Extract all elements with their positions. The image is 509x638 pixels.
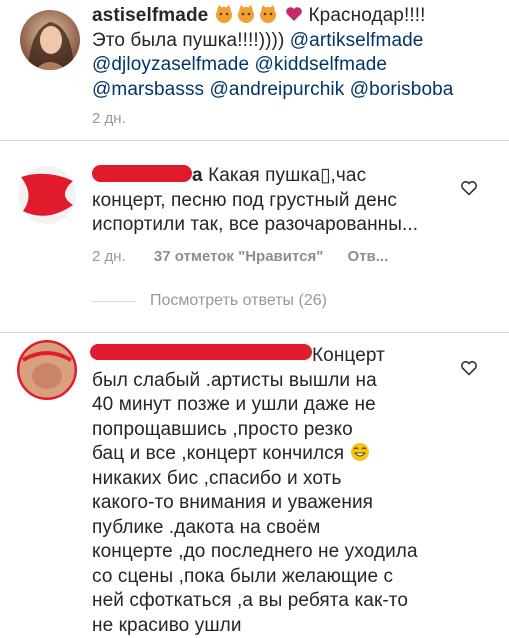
comment-line: какого-то внимания и уважения — [92, 491, 452, 516]
reply-button[interactable]: Отв... — [348, 248, 389, 265]
avatar-photo — [17, 340, 77, 400]
replies-divider-line — [92, 301, 136, 302]
redaction-scribble — [17, 165, 77, 225]
comment-line: со сцены ,пока были желающие с — [92, 565, 452, 590]
mention-link[interactable]: @artikselfmade — [290, 30, 424, 51]
comment-line: попрощавшись ,просто резко — [92, 418, 452, 443]
post-timestamp: 2 дн. — [92, 110, 126, 127]
comment-timestamp: 2 дн. — [92, 248, 126, 265]
comment-line: бац и все ,концерт кончился — [92, 443, 344, 464]
caption-line-2: Это была пушка!!!!)))) @artikselfmade — [92, 29, 502, 54]
comment-line: концерте ,до последнего не уходила — [92, 540, 452, 565]
mention-link[interactable]: @andreipurchik — [210, 79, 345, 100]
caption-line-4: @marsbasss @andreipurchik @borisboba — [92, 78, 502, 103]
section-divider — [0, 332, 509, 333]
comment-text: Концерт был слабый .артисты вышли на 40 … — [92, 344, 452, 638]
comment-line: Какая пушка▯,час — [208, 165, 366, 186]
comment-username-tail[interactable]: a — [192, 165, 203, 186]
mention-link[interactable]: @marsbasss — [92, 79, 204, 100]
cat-emoji-icon — [214, 5, 285, 26]
comment-line: не красиво ушли — [92, 614, 452, 638]
mention-link[interactable]: @borisboba — [350, 79, 454, 100]
comment-line: ней сфоткаться ,а вы ребята как-то — [92, 589, 452, 614]
caption-line-3: @djloyzaselfmade @kiddselfmade — [92, 53, 502, 78]
post-author-avatar[interactable] — [20, 10, 80, 70]
likes-count-link[interactable]: 37 отметок "Нравится" — [154, 248, 323, 265]
caption-text-head: Краснодар!!!! — [309, 5, 426, 26]
comment-line: был слабый .артисты вышли на — [92, 369, 452, 394]
comment-line: никаких бис ,спасибо и хоть — [92, 467, 452, 492]
comment-line: испортили так, все разочарованны... — [92, 213, 472, 238]
post-caption: astiselfmade Краснодар!!!! Это была пушк… — [92, 4, 502, 102]
avatar-photo — [20, 10, 80, 70]
mention-link[interactable]: @kiddselfmade — [255, 54, 388, 75]
comment-line: 40 минут позже и ушли даже не — [92, 393, 452, 418]
section-divider — [0, 140, 509, 141]
like-heart-icon[interactable] — [460, 360, 478, 381]
caption-text: Это была пушка!!!!)))) — [92, 30, 290, 51]
post-username[interactable]: astiselfmade — [92, 5, 208, 26]
comment-line: Концерт — [312, 345, 385, 366]
heart-emoji-icon — [285, 5, 308, 26]
comment-line: концерт, песню под грустный денс — [92, 189, 472, 214]
view-replies-button[interactable]: Посмотреть ответы (26) — [150, 292, 327, 310]
comment-author-avatar-redacted[interactable] — [17, 165, 77, 225]
smiling-face-emoji-icon — [350, 443, 370, 464]
caption-line-1: astiselfmade Краснодар!!!! — [92, 4, 502, 29]
mention-link[interactable]: @djloyzaselfmade — [92, 54, 249, 75]
like-heart-icon[interactable] — [460, 180, 478, 201]
comment-text: a Какая пушка▯,час концерт, песню под гр… — [92, 164, 472, 238]
comment-meta: 2 дн. 37 отметок "Нравится" Отв... — [92, 248, 388, 265]
comment-author-avatar[interactable] — [17, 340, 77, 400]
comment-line: публике .дакота на своём — [92, 516, 452, 541]
